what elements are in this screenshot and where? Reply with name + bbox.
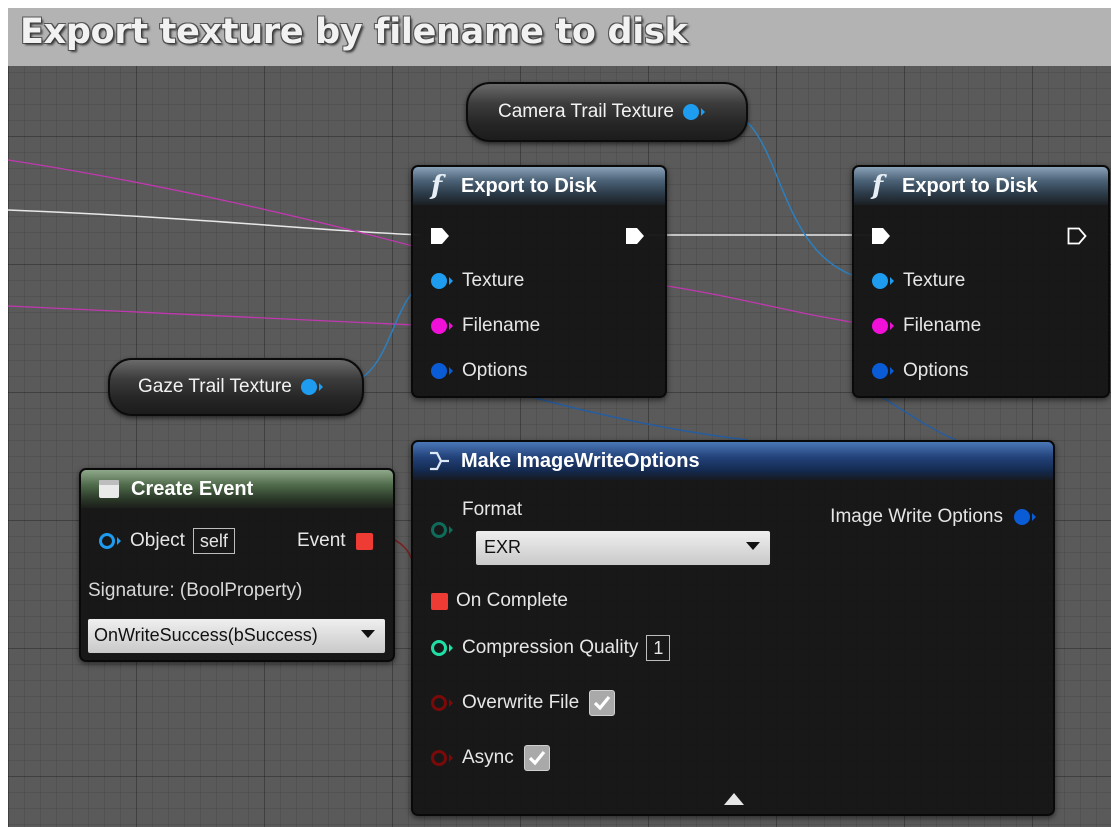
object-pin-icon[interactable] bbox=[98, 532, 122, 550]
texture-output-pin[interactable] bbox=[300, 378, 324, 396]
options-input-row[interactable]: Options bbox=[430, 360, 527, 382]
options-pin-label: Options bbox=[462, 360, 528, 381]
object-value-box[interactable]: self bbox=[192, 528, 235, 554]
texture-pin-label: Texture bbox=[903, 270, 966, 291]
function-icon: f bbox=[872, 171, 884, 201]
make-struct-icon bbox=[430, 451, 449, 471]
on-complete-delegate-pin[interactable] bbox=[431, 592, 448, 610]
blueprint-graph-canvas[interactable]: Export texture by filename to disk Camer… bbox=[8, 8, 1111, 827]
event-pin-label: Event bbox=[297, 530, 346, 551]
texture-input-row[interactable]: Texture bbox=[430, 270, 524, 292]
checkmark-icon bbox=[594, 695, 611, 711]
exec-input-pin[interactable] bbox=[871, 227, 891, 245]
options-pin-icon[interactable] bbox=[430, 362, 454, 380]
create-event-node[interactable]: Create Event Object self Event Signature… bbox=[79, 468, 395, 662]
options-pin-label: Options bbox=[903, 360, 969, 381]
filename-wire-to-node-2 bbox=[647, 282, 877, 327]
function-select-value: OnWriteSuccess(bSuccess) bbox=[94, 625, 318, 645]
function-icon: f bbox=[431, 171, 443, 201]
image-write-options-label: Image Write Options bbox=[830, 506, 1003, 527]
gaze-trail-texture-label: Gaze Trail Texture bbox=[138, 376, 292, 397]
export-to-disk-node-2[interactable]: f Export to Disk Texture Filename Option… bbox=[852, 165, 1110, 398]
texture-input-row[interactable]: Texture bbox=[871, 270, 965, 292]
format-pin-label: Format bbox=[462, 499, 523, 520]
overwrite-file-row[interactable]: Overwrite File bbox=[430, 690, 616, 716]
on-complete-label: On Complete bbox=[456, 590, 568, 611]
collapse-advanced-arrow-icon[interactable] bbox=[723, 792, 745, 806]
node-title: Export to Disk bbox=[902, 175, 1038, 197]
function-select-dropdown[interactable]: OnWriteSuccess(bSuccess) bbox=[87, 618, 386, 654]
texture-pin-icon[interactable] bbox=[430, 272, 454, 290]
filename-wire-incoming-2 bbox=[8, 305, 437, 327]
texture-output-pin[interactable] bbox=[682, 103, 706, 121]
node-title: Make ImageWriteOptions bbox=[461, 450, 700, 472]
filename-wire-incoming-1 bbox=[8, 159, 421, 249]
filename-pin-icon[interactable] bbox=[871, 317, 895, 335]
exec-output-pin[interactable] bbox=[625, 227, 645, 245]
object-input-row[interactable]: Object self bbox=[98, 528, 235, 554]
export-to-disk-node-1[interactable]: f Export to Disk Texture Filename Option… bbox=[411, 165, 667, 398]
filename-pin-label: Filename bbox=[462, 315, 541, 336]
export-to-disk-header: f Export to Disk bbox=[413, 167, 665, 205]
async-row[interactable]: Async bbox=[430, 745, 550, 771]
signature-row: Signature: (BoolProperty) bbox=[88, 580, 302, 602]
node-title: Create Event bbox=[131, 478, 254, 500]
event-node-icon bbox=[99, 480, 119, 498]
compression-quality-input[interactable]: 1 bbox=[646, 635, 671, 661]
options-wire-2 bbox=[879, 395, 957, 441]
format-dropdown-value: EXR bbox=[484, 537, 522, 557]
filename-pin-icon[interactable] bbox=[430, 317, 454, 335]
node-title: Export to Disk bbox=[461, 175, 597, 197]
overwrite-file-label: Overwrite File bbox=[462, 692, 580, 713]
signature-label: Signature: (BoolProperty) bbox=[88, 580, 303, 601]
exec-output-pin[interactable] bbox=[1067, 227, 1087, 245]
compression-quality-label: Compression Quality bbox=[462, 637, 639, 658]
comment-title: Export texture by filename to disk bbox=[20, 12, 688, 52]
async-label: Async bbox=[462, 747, 514, 768]
make-struct-header: Make ImageWriteOptions bbox=[413, 442, 1053, 480]
compression-quality-pin-icon[interactable] bbox=[430, 639, 454, 657]
filename-input-row[interactable]: Filename bbox=[871, 315, 981, 337]
compression-quality-row[interactable]: Compression Quality 1 bbox=[430, 635, 671, 661]
object-pin-label: Object bbox=[130, 530, 185, 551]
options-pin-icon[interactable] bbox=[871, 362, 895, 380]
export-to-disk-header: f Export to Disk bbox=[854, 167, 1108, 205]
gaze-trail-texture-node[interactable]: Gaze Trail Texture bbox=[108, 358, 364, 416]
filename-pin-label: Filename bbox=[903, 315, 982, 336]
format-pin-icon[interactable] bbox=[430, 521, 454, 539]
image-write-options-output-row[interactable]: Image Write Options bbox=[830, 506, 1037, 528]
overwrite-file-pin-icon[interactable] bbox=[430, 694, 454, 712]
event-delegate-pin[interactable] bbox=[355, 532, 373, 550]
comment-box-header[interactable]: Export texture by filename to disk bbox=[8, 8, 1111, 66]
filename-input-row[interactable]: Filename bbox=[430, 315, 540, 337]
create-event-header: Create Event bbox=[81, 470, 393, 508]
camera-trail-texture-node[interactable]: Camera Trail Texture bbox=[466, 82, 748, 142]
make-imagewriteoptions-node[interactable]: Make ImageWriteOptions Format EXR Image … bbox=[411, 440, 1055, 816]
on-complete-row[interactable]: On Complete bbox=[431, 590, 568, 612]
format-dropdown[interactable]: EXR bbox=[475, 530, 771, 566]
async-checkbox[interactable] bbox=[523, 745, 550, 771]
options-input-row[interactable]: Options bbox=[871, 360, 968, 382]
texture-pin-label: Texture bbox=[462, 270, 525, 291]
chevron-down-icon bbox=[361, 630, 375, 638]
chevron-down-icon bbox=[746, 542, 760, 550]
async-pin-icon[interactable] bbox=[430, 749, 454, 767]
image-write-options-pin-icon[interactable] bbox=[1013, 508, 1037, 526]
checkmark-icon bbox=[528, 750, 545, 766]
event-output-row[interactable]: Event bbox=[297, 530, 373, 552]
options-wire-1 bbox=[527, 395, 749, 441]
texture-pin-icon[interactable] bbox=[871, 272, 895, 290]
camera-trail-texture-label: Camera Trail Texture bbox=[498, 101, 674, 122]
exec-input-pin[interactable] bbox=[430, 227, 450, 245]
overwrite-file-checkbox[interactable] bbox=[589, 690, 616, 716]
